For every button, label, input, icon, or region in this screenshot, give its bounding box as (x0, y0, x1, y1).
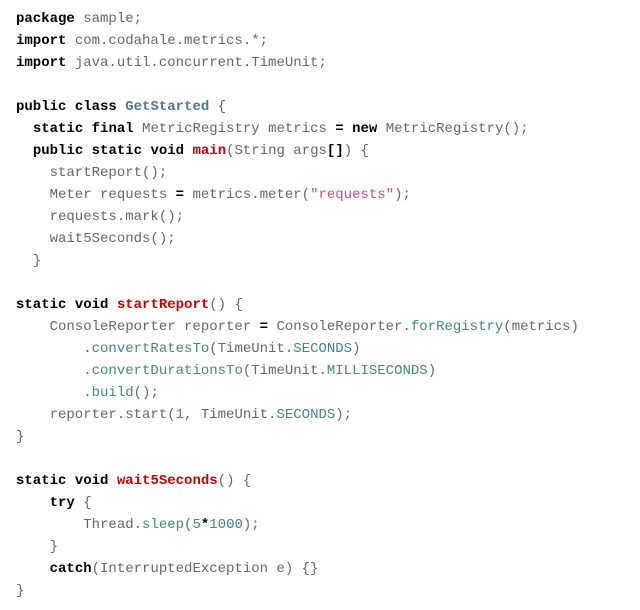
reporter-start: reporter.start( (16, 407, 176, 423)
params: () { (209, 297, 243, 313)
brace: } (16, 539, 58, 555)
call-close: ); (335, 407, 352, 423)
keyword-package: package (16, 11, 75, 27)
import-path: java.util.concurrent.TimeUnit; (66, 55, 326, 71)
paren-close: ) (428, 363, 436, 379)
params: () { (218, 473, 252, 489)
const-seconds: SECONDS (293, 341, 352, 357)
string-literal: "requests" (310, 187, 394, 203)
sleep-call: Thread. (16, 517, 142, 533)
method-forRegistry: forRegistry (411, 319, 503, 335)
method-wait5Seconds: wait5Seconds (117, 473, 218, 489)
call-line: wait5Seconds(); (16, 231, 176, 247)
wildcard: * (251, 33, 259, 49)
method-sleep: sleep (142, 517, 184, 533)
number-literal: 1000 (209, 517, 243, 533)
operator-eq: = (260, 319, 268, 335)
package-name: sample; (75, 11, 142, 27)
keyword-try: try (50, 495, 75, 511)
args: , TimeUnit. (184, 407, 276, 423)
args-open: (TimeUnit. (243, 363, 327, 379)
brace: } (16, 429, 24, 445)
keyword-catch: catch (50, 561, 92, 577)
keyword-new: new (352, 121, 377, 137)
import-path: com.codahale.metrics. (66, 33, 251, 49)
call-line: requests.mark(); (16, 209, 184, 225)
declaration: MetricRegistry metrics (134, 121, 336, 137)
keyword-public: public (33, 143, 83, 159)
args-open: (TimeUnit. (209, 341, 293, 357)
class-name: GetStarted (125, 99, 209, 115)
method-startReport: startReport (117, 297, 209, 313)
code-block: package sample; import com.codahale.metr… (16, 8, 624, 602)
semicolon: ; (260, 33, 268, 49)
call-close: ); (394, 187, 411, 203)
const-milliseconds: MILLISECONDS (327, 363, 428, 379)
brace: { (75, 495, 92, 511)
indent: . (16, 385, 92, 401)
keyword-public: public (16, 99, 66, 115)
indent: . (16, 363, 92, 379)
keyword-void: void (150, 143, 184, 159)
catch-params: (InterruptedException e) {} (92, 561, 319, 577)
reporter-call: ConsoleReporter. (268, 319, 411, 335)
keyword-import: import (16, 55, 66, 71)
keyword-static: static (33, 121, 83, 137)
reporter-decl: ConsoleReporter reporter (16, 319, 260, 335)
operator-eq: = (335, 121, 343, 137)
paren-close: ) (352, 341, 360, 357)
brace: } (16, 253, 41, 269)
method-convertRatesTo: convertRatesTo (92, 341, 210, 357)
method-convertDurationsTo: convertDurationsTo (92, 363, 243, 379)
keyword-void: void (75, 297, 109, 313)
indent: . (16, 341, 92, 357)
operator-eq: = (176, 187, 184, 203)
keyword-static: static (92, 143, 142, 159)
operator-mul: * (201, 517, 209, 533)
call-close: (); (134, 385, 159, 401)
constructor-call: MetricRegistry(); (377, 121, 528, 137)
call-close: ); (243, 517, 260, 533)
number-literal: 1 (176, 407, 184, 423)
const-seconds: SECONDS (276, 407, 335, 423)
meter-call: metrics.meter( (184, 187, 310, 203)
keyword-class: class (75, 99, 117, 115)
keyword-import: import (16, 33, 66, 49)
params-close: ) { (344, 143, 369, 159)
call-line: startReport(); (16, 165, 167, 181)
number-literal: 5 (192, 517, 200, 533)
keyword-static: static (16, 473, 66, 489)
keyword-final: final (92, 121, 134, 137)
method-build: build (92, 385, 134, 401)
method-main: main (192, 143, 226, 159)
keyword-void: void (75, 473, 109, 489)
brace: { (209, 99, 226, 115)
brackets: [] (327, 143, 344, 159)
meter-decl: Meter requests (16, 187, 176, 203)
params: (String args (226, 143, 327, 159)
keyword-static: static (16, 297, 66, 313)
args: (metrics) (503, 319, 579, 335)
